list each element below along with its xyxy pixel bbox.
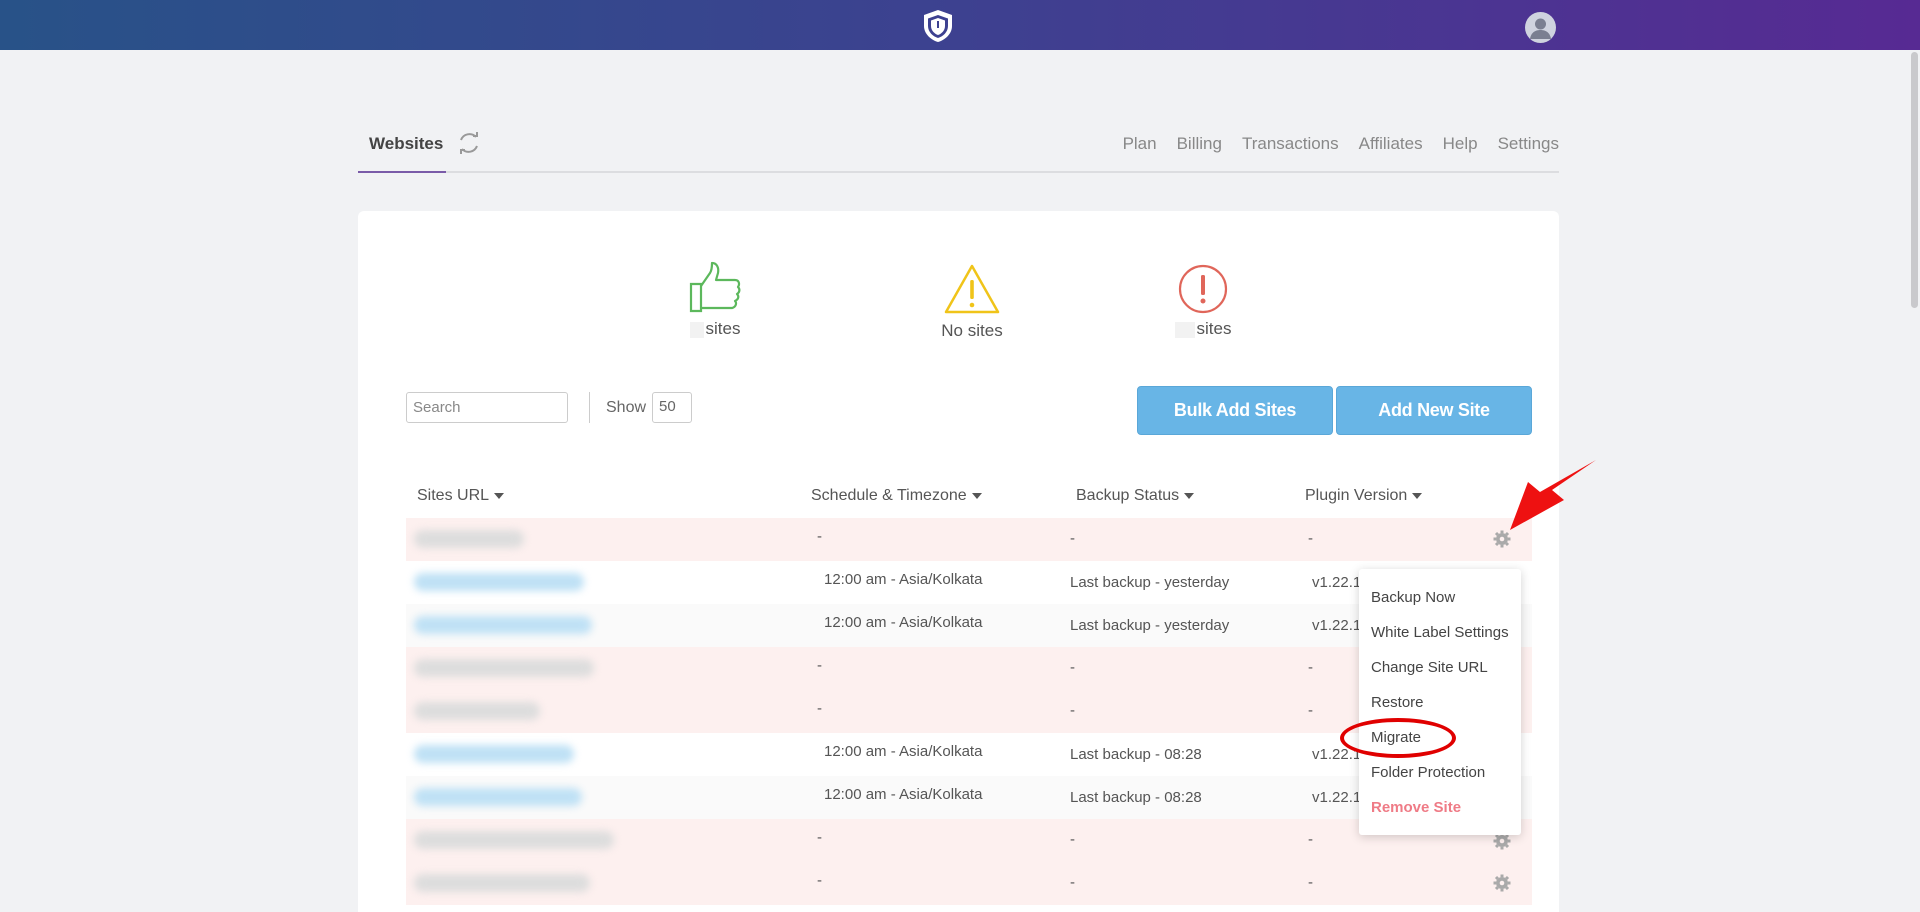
- error-icon: [1178, 264, 1228, 314]
- menu-folder-protection[interactable]: Folder Protection: [1371, 764, 1485, 781]
- thumbs-up-icon: [689, 261, 741, 313]
- nav-settings[interactable]: Settings: [1498, 134, 1559, 154]
- stat-healthy[interactable]: sites: [680, 259, 750, 339]
- blurred-site-url[interactable]: [414, 659, 594, 677]
- warning-icon: [944, 264, 1000, 314]
- add-new-site-button[interactable]: Add New Site: [1336, 386, 1532, 435]
- blurred-site-url[interactable]: [414, 874, 590, 892]
- sort-caret-icon: [1184, 492, 1195, 499]
- nav-billing[interactable]: Billing: [1177, 134, 1222, 154]
- sort-caret-icon: [971, 492, 982, 499]
- menu-change-site-url[interactable]: Change Site URL: [1371, 659, 1488, 676]
- nav-affiliates[interactable]: Affiliates: [1359, 134, 1423, 154]
- site-actions-menu: Backup Now White Label Settings Change S…: [1359, 569, 1521, 835]
- stat-count-blank: [1174, 321, 1195, 338]
- sort-caret-icon: [1412, 492, 1423, 499]
- user-avatar-icon[interactable]: [1525, 12, 1556, 43]
- menu-remove-site[interactable]: Remove Site: [1371, 799, 1461, 816]
- blurred-site-url[interactable]: [414, 702, 540, 720]
- stat-count-blank: [689, 321, 704, 338]
- stat-error-label: sites: [1196, 319, 1232, 338]
- header-sites-url[interactable]: Sites URL: [417, 487, 505, 505]
- highlight-ellipse: [1340, 718, 1456, 758]
- menu-restore[interactable]: Restore: [1371, 694, 1424, 711]
- main-tabs: Websites Plan Billing Transactions Affil…: [358, 118, 1559, 173]
- stat-error[interactable]: sites: [1168, 264, 1238, 339]
- header-schedule[interactable]: Schedule & Timezone: [811, 487, 982, 505]
- sort-caret-icon: [494, 492, 505, 499]
- toolbar-divider: [589, 392, 590, 423]
- blurred-site-url[interactable]: [414, 530, 524, 548]
- search-input[interactable]: [406, 392, 568, 423]
- blurred-site-url[interactable]: [414, 616, 592, 634]
- nav-plan[interactable]: Plan: [1123, 134, 1157, 154]
- stat-warning[interactable]: No sites: [927, 263, 1017, 341]
- blurred-site-url[interactable]: [414, 831, 614, 849]
- table-row[interactable]: - - -: [406, 518, 1532, 561]
- header-plugin-version[interactable]: Plugin Version: [1305, 487, 1423, 505]
- show-label: Show: [606, 399, 647, 416]
- page-size-input[interactable]: 50: [652, 392, 692, 423]
- blurred-site-url[interactable]: [414, 745, 574, 763]
- refresh-icon[interactable]: [456, 130, 482, 156]
- header-backup-status[interactable]: Backup Status: [1076, 487, 1195, 505]
- tab-websites[interactable]: Websites: [358, 118, 446, 173]
- nav-transactions[interactable]: Transactions: [1242, 134, 1339, 154]
- scrollbar-thumb[interactable]: [1911, 52, 1918, 308]
- stat-warning-label: No sites: [941, 321, 1003, 340]
- blurred-site-url[interactable]: [414, 788, 582, 806]
- gear-icon[interactable]: [1493, 874, 1511, 892]
- nav-help[interactable]: Help: [1443, 134, 1478, 154]
- red-arrow-icon: [1510, 460, 1596, 530]
- stat-healthy-label: sites: [705, 319, 741, 338]
- menu-backup-now[interactable]: Backup Now: [1371, 589, 1455, 606]
- blurred-site-url[interactable]: [414, 573, 584, 591]
- shield-icon[interactable]: [921, 8, 955, 44]
- top-nav: Plan Billing Transactions Affiliates Hel…: [1123, 134, 1559, 154]
- bulk-add-sites-button[interactable]: Bulk Add Sites: [1137, 386, 1333, 435]
- menu-white-label-settings[interactable]: White Label Settings: [1371, 624, 1509, 641]
- table-row[interactable]: - - -: [406, 862, 1532, 905]
- gear-icon[interactable]: [1493, 530, 1511, 548]
- top-bar: [0, 0, 1920, 50]
